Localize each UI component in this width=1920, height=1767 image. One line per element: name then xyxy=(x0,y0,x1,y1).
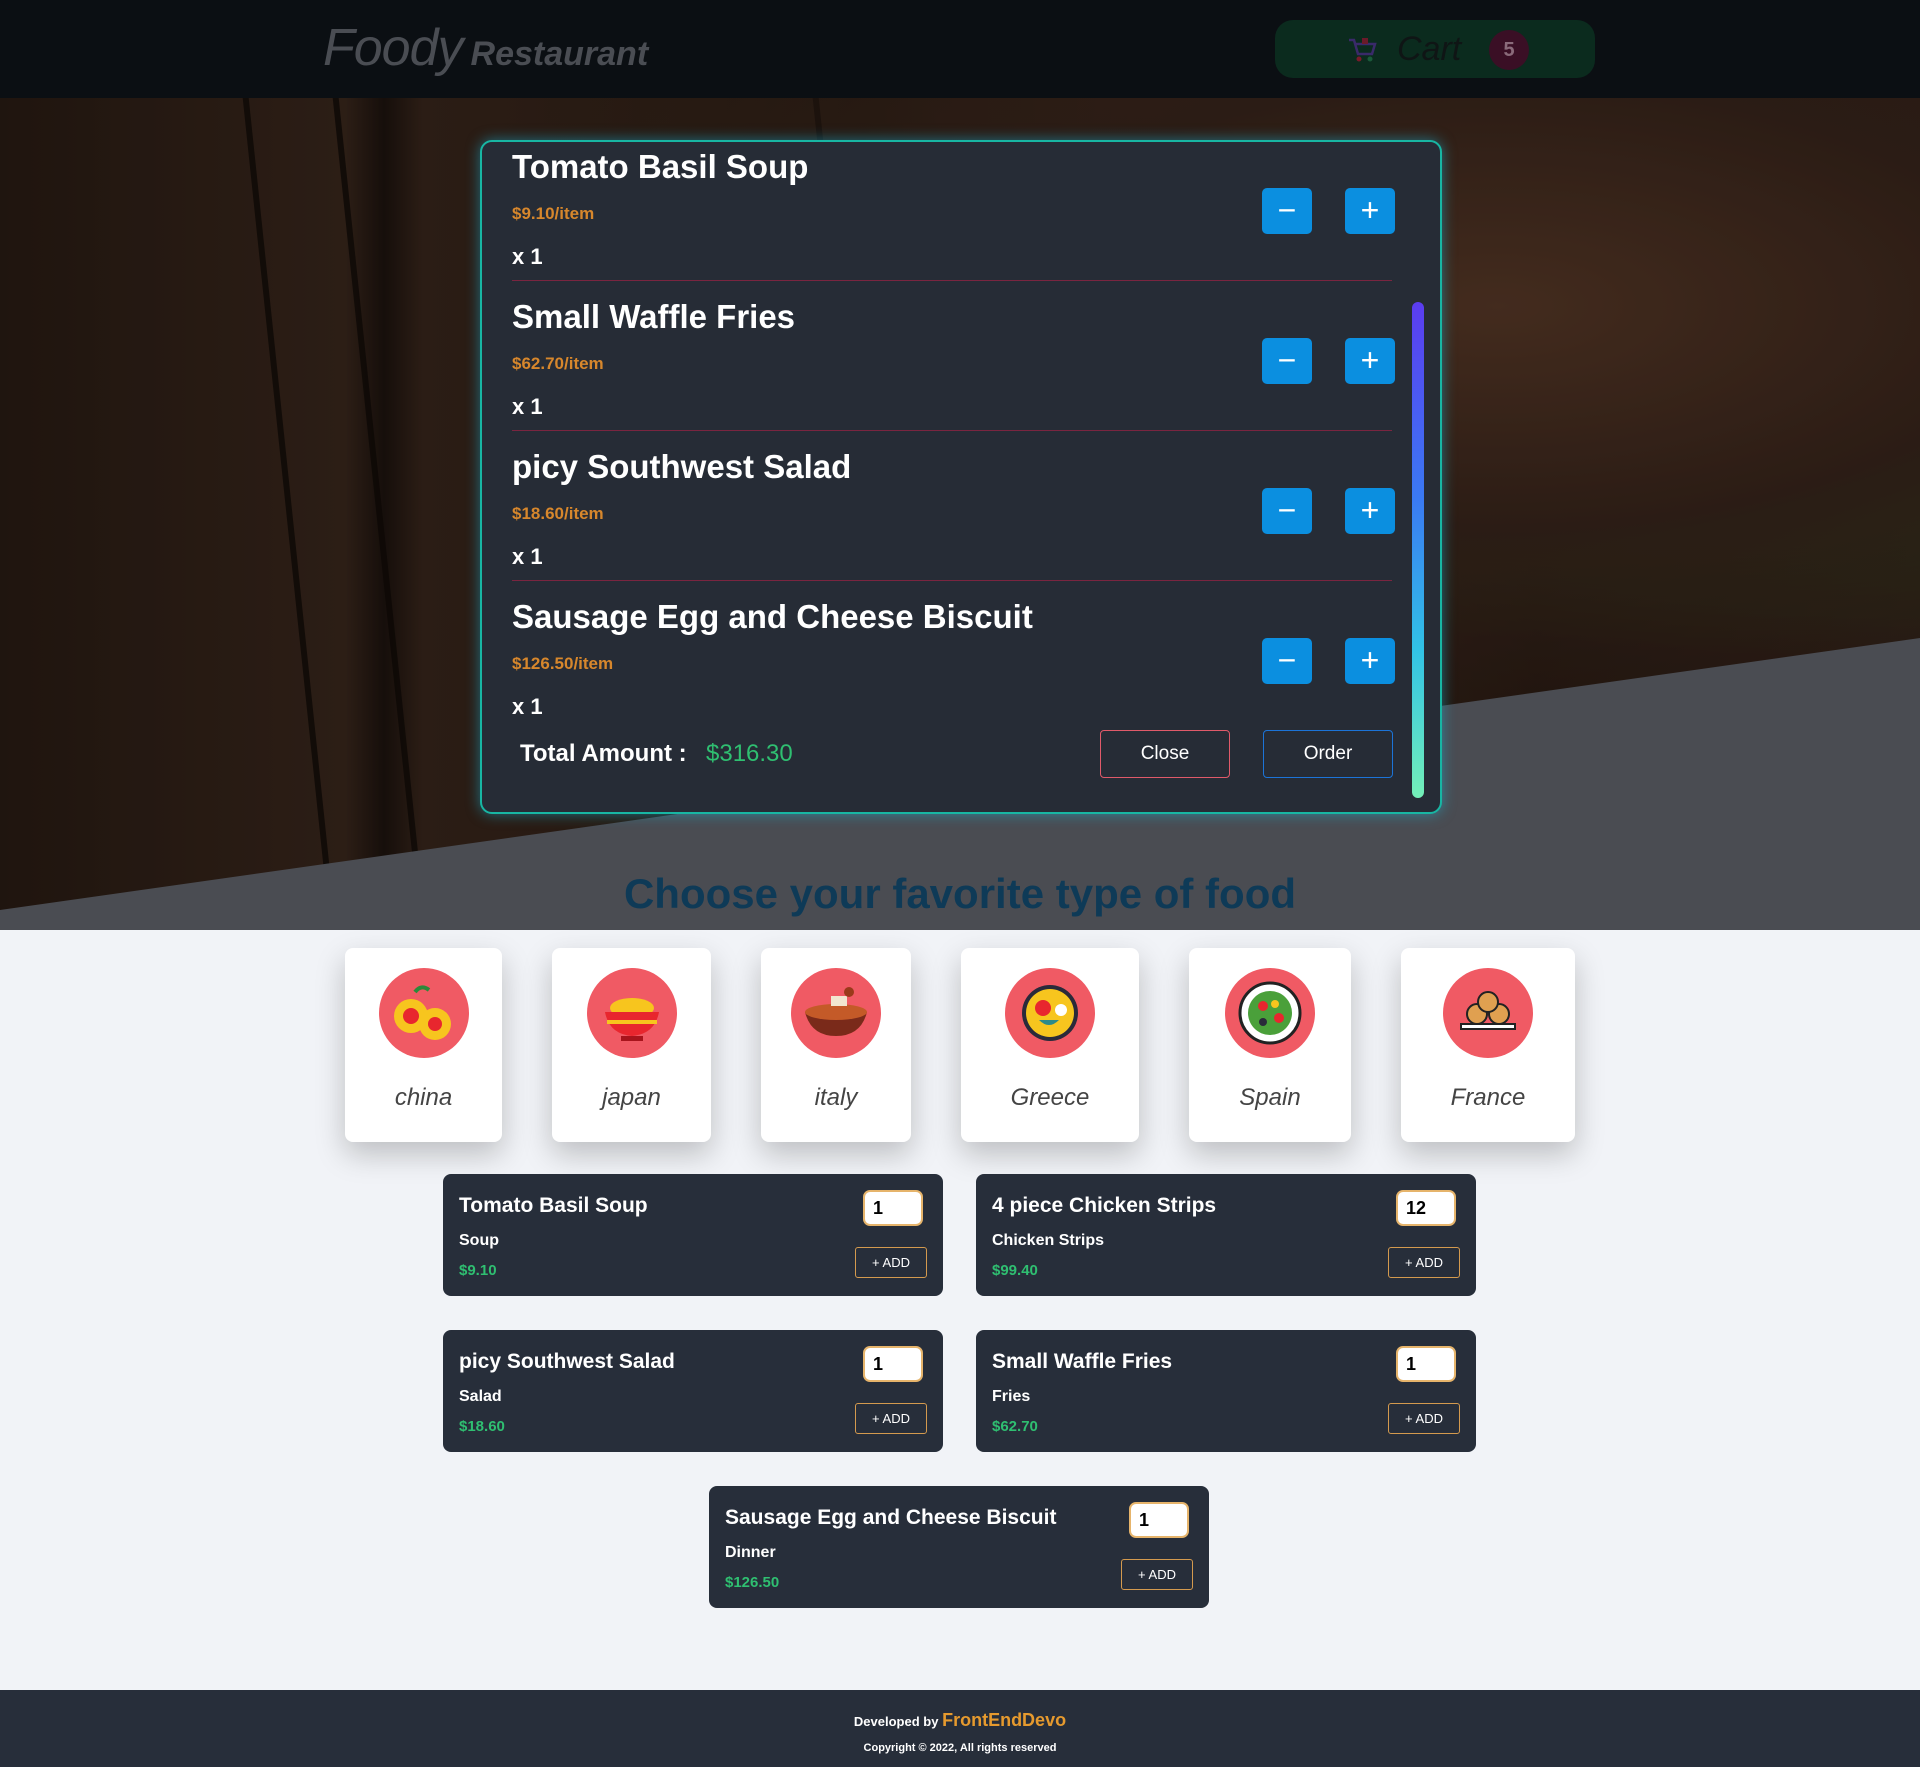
category-label: japan xyxy=(602,1084,661,1111)
category-card-france[interactable]: France xyxy=(1401,948,1575,1142)
cart-item-quantity: x 1 xyxy=(512,694,543,719)
footer: Developed by FrontEndDevo Copyright © 20… xyxy=(0,1690,1920,1767)
item-divider xyxy=(512,280,1392,281)
decrease-quantity-button[interactable]: − xyxy=(1262,638,1312,684)
food-category: Chicken Strips xyxy=(992,1232,1105,1249)
brand-sub: Restaurant xyxy=(470,35,649,73)
food-category: Salad xyxy=(459,1388,502,1405)
paella-pan-icon xyxy=(1005,968,1095,1058)
cart-item-price: $9.10/item xyxy=(512,204,595,223)
food-category: Dinner xyxy=(725,1544,776,1561)
increase-quantity-button[interactable]: + xyxy=(1345,188,1395,234)
modal-scrollbar[interactable] xyxy=(1412,302,1424,798)
developer-link[interactable]: FrontEndDevo xyxy=(942,1710,1066,1730)
food-name: Small Waffle Fries xyxy=(992,1350,1173,1373)
cart-item-name: picy Southwest Salad xyxy=(512,448,852,485)
item-divider xyxy=(512,580,1392,581)
add-to-cart-button[interactable]: + ADD xyxy=(1388,1247,1460,1278)
food-card-tomato-basil-soup: Tomato Basil Soup Soup $9.10 + ADD xyxy=(443,1174,943,1296)
cart-button[interactable]: Cart 5 xyxy=(1275,20,1595,78)
category-card-china[interactable]: china xyxy=(345,948,502,1142)
increase-quantity-button[interactable]: + xyxy=(1345,338,1395,384)
food-card-sausage-biscuit: Sausage Egg and Cheese Biscuit Dinner $1… xyxy=(709,1486,1209,1608)
food-category: Fries xyxy=(992,1388,1031,1405)
developed-by-label: Developed by xyxy=(853,1714,939,1729)
cart-item-quantity: x 1 xyxy=(512,544,543,569)
cart-icon xyxy=(1349,38,1377,62)
food-card-southwest-salad: picy Southwest Salad Salad $18.60 + ADD xyxy=(443,1330,943,1452)
category-label: France xyxy=(1450,1084,1526,1111)
cart-item-name: Small Waffle Fries xyxy=(512,298,796,335)
noodle-bowl-icon xyxy=(586,968,677,1058)
section-title: Choose your favorite type of food xyxy=(623,870,1297,917)
pastries-icon xyxy=(1443,968,1533,1058)
cart-item: Tomato Basil Soup $9.10/item x 1 − + xyxy=(512,148,1395,298)
category-card-spain[interactable]: Spain xyxy=(1189,948,1351,1142)
brand-main: Foody xyxy=(323,19,464,77)
cart-item: picy Southwest Salad $18.60/item x 1 − + xyxy=(512,448,1395,598)
brand-logo[interactable]: Foody Restaurant xyxy=(323,18,648,78)
add-to-cart-button[interactable]: + ADD xyxy=(1388,1403,1460,1434)
cart-item-price: $18.60/item xyxy=(512,504,604,523)
cart-modal: Tomato Basil Soup $9.10/item x 1 − + Sma… xyxy=(480,140,1442,814)
total-amount-label: Total Amount : xyxy=(520,740,687,767)
category-label: Spain xyxy=(1239,1084,1301,1111)
top-navbar: Foody Restaurant Cart 5 xyxy=(0,0,1920,98)
increase-quantity-button[interactable]: + xyxy=(1345,488,1395,534)
cart-item-quantity: x 1 xyxy=(512,244,543,269)
food-category: Soup xyxy=(459,1232,499,1249)
food-card-waffle-fries: Small Waffle Fries Fries $62.70 + ADD xyxy=(976,1330,1476,1452)
category-card-italy[interactable]: italy xyxy=(761,948,911,1142)
category-label: china xyxy=(394,1084,453,1111)
decrease-quantity-button[interactable]: − xyxy=(1262,338,1312,384)
category-card-japan[interactable]: japan xyxy=(552,948,711,1142)
footer-credit: Developed by FrontEndDevo xyxy=(0,1710,1920,1731)
add-to-cart-button[interactable]: + ADD xyxy=(855,1247,927,1278)
food-price: $126.50 xyxy=(725,1574,780,1591)
close-button[interactable]: Close xyxy=(1100,730,1230,778)
cart-item-name: Sausage Egg and Cheese Biscuit xyxy=(512,598,1033,635)
food-price: $18.60 xyxy=(459,1418,505,1435)
decrease-quantity-button[interactable]: − xyxy=(1262,488,1312,534)
food-price: $62.70 xyxy=(992,1418,1038,1435)
increase-quantity-button[interactable]: + xyxy=(1345,638,1395,684)
add-to-cart-button[interactable]: + ADD xyxy=(855,1403,927,1434)
food-name: Tomato Basil Soup xyxy=(459,1194,648,1217)
quantity-input[interactable] xyxy=(1396,1346,1456,1382)
cart-item-quantity: x 1 xyxy=(512,394,543,419)
order-button[interactable]: Order xyxy=(1263,730,1393,778)
cart-item: Sausage Egg and Cheese Biscuit $126.50/i… xyxy=(512,598,1395,748)
item-divider xyxy=(512,430,1392,431)
copyright-text: Copyright © 2022, All rights reserved xyxy=(863,1742,1057,1754)
category-label: italy xyxy=(814,1084,858,1111)
total-amount-value: $316.30 xyxy=(706,740,793,767)
food-name: Sausage Egg and Cheese Biscuit xyxy=(725,1506,1057,1529)
quantity-input[interactable] xyxy=(863,1190,923,1226)
food-name: 4 piece Chicken Strips xyxy=(992,1194,1217,1217)
cart-count-badge: 5 xyxy=(1489,30,1529,70)
category-card-greece[interactable]: Greece xyxy=(961,948,1139,1142)
decrease-quantity-button[interactable]: − xyxy=(1262,188,1312,234)
cart-item: Small Waffle Fries $62.70/item x 1 − + xyxy=(512,298,1395,448)
quantity-input[interactable] xyxy=(1129,1502,1189,1538)
pasta-bowl-icon xyxy=(791,968,881,1058)
food-name: picy Southwest Salad xyxy=(459,1350,675,1373)
cart-item-price: $126.50/item xyxy=(512,654,614,673)
food-card-chicken-strips: 4 piece Chicken Strips Chicken Strips $9… xyxy=(976,1174,1476,1296)
category-label: Greece xyxy=(1010,1084,1090,1111)
cart-label: Cart xyxy=(1397,30,1462,68)
cart-item-name: Tomato Basil Soup xyxy=(512,148,809,185)
add-to-cart-button[interactable]: + ADD xyxy=(1121,1559,1193,1590)
salad-plate-icon xyxy=(1225,968,1315,1058)
cart-item-price: $62.70/item xyxy=(512,354,604,373)
quantity-input[interactable] xyxy=(863,1346,923,1382)
food-price: $9.10 xyxy=(459,1262,497,1279)
oranges-icon xyxy=(378,968,469,1058)
quantity-input[interactable] xyxy=(1396,1190,1456,1226)
food-price: $99.40 xyxy=(992,1262,1038,1279)
